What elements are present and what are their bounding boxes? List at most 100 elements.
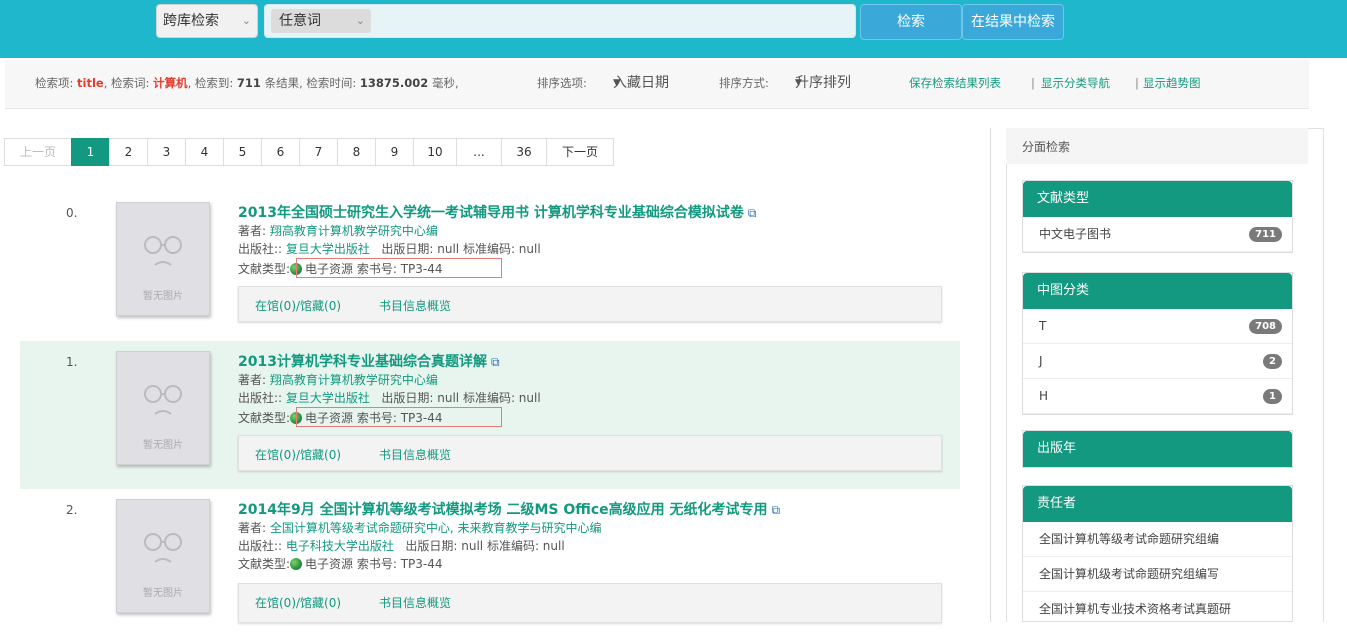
facet-item[interactable]: 全国计算机专业技术资格考试真题研 [1023, 592, 1292, 621]
book-cover-placeholder: 暂无图片 [116, 499, 210, 613]
page-9[interactable]: 9 [375, 138, 414, 166]
result-count: 711 [236, 76, 261, 90]
count-badge: 1 [1263, 389, 1282, 404]
result-action-bar: 在馆(0)/馆藏(0) 书目信息概览 [238, 435, 942, 471]
page-10[interactable]: 10 [413, 138, 457, 166]
no-image-face-icon [144, 533, 182, 563]
result-number: 2. [66, 503, 78, 517]
search-summary: 检索项: title, 检索词: 计算机, 检索到: 711 条结果, 检索时间… [35, 60, 459, 106]
show-trend-link[interactable]: 显示趋势图 [1143, 60, 1201, 106]
search-input-group: 任意词 ⌄ [264, 4, 856, 38]
external-link-icon[interactable]: ⧉ [748, 206, 757, 220]
pubdate-text: 出版日期: null 标准编码: null [381, 391, 541, 405]
holdings-link[interactable]: 在馆(0)/馆藏(0) [255, 297, 341, 314]
publisher-link[interactable]: 电子科技大学出版社 [286, 539, 394, 553]
prev-page-button[interactable]: 上一页 [4, 138, 72, 166]
column-divider [990, 128, 991, 622]
result-title: 2013年全国硕士研究生入学统一考试辅导用书 计算机学科专业基础综合模拟试卷 [238, 205, 744, 221]
sort-order-value: 升序排列 [795, 75, 851, 91]
book-cover-placeholder: 暂无图片 [116, 351, 210, 465]
facet-item[interactable]: 全国计算机级考试命题研究组编写 [1023, 557, 1292, 592]
no-image-face-icon [144, 385, 182, 415]
globe-icon [290, 558, 303, 570]
field-select[interactable]: 任意词 ⌄ [271, 9, 371, 33]
pubdate-text: 出版日期: null 标准编码: null [405, 539, 565, 553]
page-3[interactable]: 3 [147, 138, 186, 166]
overview-link[interactable]: 书目信息概览 [379, 594, 451, 611]
facet-item[interactable]: 全国计算机等级考试命题研究组编 [1023, 522, 1292, 557]
result-title: 2014年9月 全国计算机等级考试模拟考场 二级MS Office高级应用 无纸… [238, 502, 768, 518]
facet-sidebar-title: 分面检索 [1006, 128, 1308, 164]
author-line: 著者: 翔高教育计算机教学研究中心编 [238, 371, 438, 388]
save-results-link[interactable]: 保存检索结果列表 [909, 60, 1001, 106]
facet-item[interactable]: 中文电子图书 711 [1023, 217, 1292, 252]
scope-select-label: 跨库检索 [163, 13, 219, 29]
publisher-link[interactable]: 复旦大学出版社 [286, 242, 370, 256]
result-title: 2013计算机学科专业基础综合真题详解 [238, 354, 487, 370]
result-number: 0. [66, 206, 78, 220]
overview-link[interactable]: 书目信息概览 [379, 446, 451, 463]
result-title-link[interactable]: 2014年9月 全国计算机等级考试模拟考场 二级MS Office高级应用 无纸… [238, 499, 780, 519]
top-search-bar: 跨库检索 ⌄ 任意词 ⌄ 检索 在结果中检索 [0, 0, 1347, 58]
facet-header[interactable]: 出版年 [1023, 431, 1292, 467]
author-line: 著者: 翔高教育计算机教学研究中心编 [238, 222, 438, 239]
facet-header[interactable]: 责任者 [1023, 486, 1292, 522]
facet-item[interactable]: H1 [1023, 379, 1292, 414]
type-label: 文献类型: [238, 411, 291, 425]
overview-link[interactable]: 书目信息概览 [379, 297, 451, 314]
page-4[interactable]: 4 [185, 138, 224, 166]
result-title-link[interactable]: 2013年全国硕士研究生入学统一考试辅导用书 计算机学科专业基础综合模拟试卷 ⧉ [238, 202, 756, 222]
author-link[interactable]: 全国计算机等级考试命题研究中心, 未来教育教学与研究中心编 [270, 521, 602, 535]
external-link-icon[interactable]: ⧉ [772, 503, 781, 517]
page-1[interactable]: 1 [71, 138, 110, 166]
facet-item-label: H [1039, 389, 1049, 403]
holdings-link[interactable]: 在馆(0)/馆藏(0) [255, 594, 341, 611]
facet-classification: 中图分类 T 708 J2 H1 [1022, 272, 1293, 415]
count-suffix: 条结果, 检索时间: [264, 76, 357, 90]
facet-header[interactable]: 中图分类 [1023, 273, 1292, 309]
page-6[interactable]: 6 [261, 138, 300, 166]
page-7[interactable]: 7 [299, 138, 338, 166]
chevron-down-icon: ⌄ [355, 14, 365, 27]
facet-pub-year: 出版年 [1022, 430, 1293, 468]
search-button[interactable]: 检索 [860, 4, 962, 40]
facet-item[interactable]: T 708 [1023, 309, 1292, 344]
facet-item-label: 中文电子图书 [1039, 227, 1112, 241]
term-value: 计算机 [153, 76, 188, 90]
facet-item-label: T [1039, 319, 1047, 333]
result-title-link[interactable]: 2013计算机学科专业基础综合真题详解 ⧉ [238, 351, 500, 371]
result-action-bar: 在馆(0)/馆藏(0) 书目信息概览 [238, 583, 942, 623]
scope-select[interactable]: 跨库检索 ⌄ [156, 4, 258, 38]
search-input[interactable] [375, 8, 849, 36]
field-select-label: 任意词 [279, 13, 321, 29]
field-prefix: 检索项: [35, 76, 74, 90]
publisher-link[interactable]: 复旦大学出版社 [286, 391, 370, 405]
term-prefix: , 检索词: [103, 76, 150, 90]
page-36[interactable]: 36 [501, 138, 547, 166]
count-badge: 2 [1263, 354, 1282, 369]
refine-search-button[interactable]: 在结果中检索 [962, 4, 1064, 40]
sort-option-label: 排序选项: [537, 76, 587, 90]
author-link[interactable]: 翔高教育计算机教学研究中心编 [270, 373, 438, 387]
author-link[interactable]: 翔高教育计算机教学研究中心编 [270, 224, 438, 238]
page-8[interactable]: 8 [337, 138, 376, 166]
page-2[interactable]: 2 [109, 138, 148, 166]
publisher-label: 出版社:: [238, 391, 283, 405]
pagination: 上一页 1 2 3 4 5 6 7 8 9 10 ... 36 下一页 [4, 138, 614, 166]
page-5[interactable]: 5 [223, 138, 262, 166]
search-time: 13875.002 [359, 76, 429, 90]
holdings-link[interactable]: 在馆(0)/馆藏(0) [255, 446, 341, 463]
no-image-face-icon [144, 236, 182, 266]
external-link-icon[interactable]: ⧉ [491, 355, 500, 369]
author-line: 著者: 全国计算机等级考试命题研究中心, 未来教育教学与研究中心编 [238, 519, 602, 536]
separator: | [1135, 76, 1139, 90]
facet-item-label: 全国计算机级考试命题研究组编写 [1039, 567, 1220, 581]
show-category-nav-link[interactable]: 显示分类导航 [1041, 60, 1110, 106]
next-page-button[interactable]: 下一页 [546, 138, 614, 166]
pubdate-text: 出版日期: null 标准编码: null [381, 242, 541, 256]
facet-item[interactable]: J2 [1023, 344, 1292, 379]
facet-header[interactable]: 文献类型 [1023, 181, 1292, 217]
type-label: 文献类型: [238, 557, 291, 571]
chevron-down-icon: ⌄ [241, 14, 251, 27]
field-value: title [77, 76, 104, 90]
